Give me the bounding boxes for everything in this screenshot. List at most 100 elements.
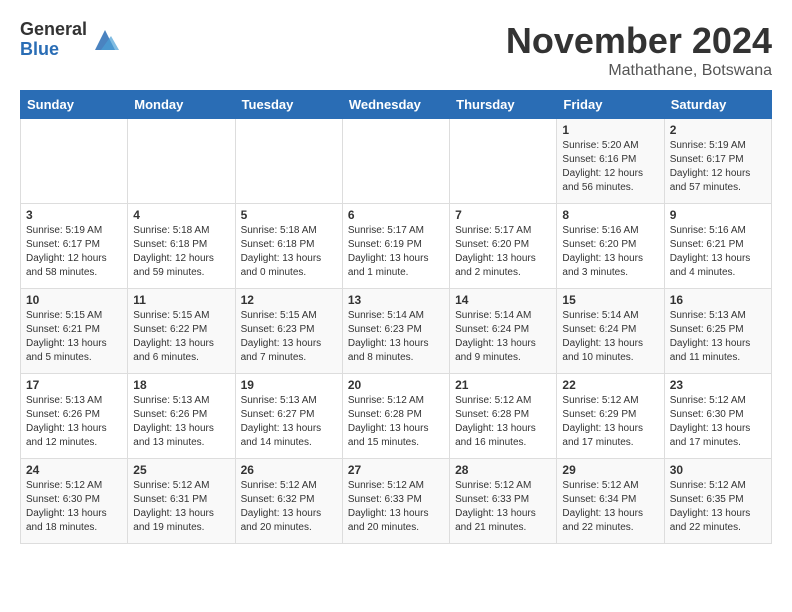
day-number: 26	[241, 463, 337, 477]
day-number: 5	[241, 208, 337, 222]
calendar-cell: 12 Sunrise: 5:15 AM Sunset: 6:23 PM Dayli…	[235, 289, 342, 374]
header-sunday: Sunday	[21, 91, 128, 119]
day-info: Sunrise: 5:20 AM Sunset: 6:16 PM Dayligh…	[562, 139, 658, 195]
month-title: November 2024	[506, 20, 772, 62]
day-info: Sunrise: 5:12 AM Sunset: 6:33 PM Dayligh…	[455, 479, 551, 535]
day-number: 16	[670, 293, 766, 307]
day-number: 13	[348, 293, 444, 307]
calendar-cell: 13 Sunrise: 5:14 AM Sunset: 6:23 PM Dayli…	[342, 289, 449, 374]
day-number: 3	[26, 208, 122, 222]
day-number: 10	[26, 293, 122, 307]
calendar-week-row: 10Sunrise: 5:15 AM Sunset: 6:21 PM Dayli…	[21, 289, 772, 374]
logo-general-text: General	[20, 20, 87, 40]
day-info: Sunrise: 5:14 AM Sunset: 6:23 PM Dayligh…	[348, 309, 444, 365]
calendar-cell: 7 Sunrise: 5:17 AM Sunset: 6:20 PM Daylig…	[450, 204, 557, 289]
location-subtitle: Mathathane, Botswana	[506, 62, 772, 80]
calendar-cell: 21Sunrise: 5:12 AM Sunset: 6:28 PM Dayli…	[450, 374, 557, 459]
day-info: Sunrise: 5:19 AM Sunset: 6:17 PM Dayligh…	[670, 139, 766, 195]
calendar-cell: 10Sunrise: 5:15 AM Sunset: 6:21 PM Dayli…	[21, 289, 128, 374]
calendar-cell: 11Sunrise: 5:15 AM Sunset: 6:22 PM Dayli…	[128, 289, 235, 374]
calendar-cell	[21, 119, 128, 204]
day-info: Sunrise: 5:12 AM Sunset: 6:28 PM Dayligh…	[455, 394, 551, 450]
day-info: Sunrise: 5:12 AM Sunset: 6:29 PM Dayligh…	[562, 394, 658, 450]
day-number: 22	[562, 378, 658, 392]
day-number: 7	[455, 208, 551, 222]
day-info: Sunrise: 5:19 AM Sunset: 6:17 PM Dayligh…	[26, 224, 122, 280]
day-number: 1	[562, 123, 658, 137]
calendar-week-row: 24 Sunrise: 5:12 AM Sunset: 6:30 PM Dayli…	[21, 459, 772, 544]
calendar-cell: 23 Sunrise: 5:12 AM Sunset: 6:30 PM Dayli…	[664, 374, 771, 459]
day-info: Sunrise: 5:12 AM Sunset: 6:34 PM Dayligh…	[562, 479, 658, 535]
day-number: 14	[455, 293, 551, 307]
day-info: Sunrise: 5:13 AM Sunset: 6:26 PM Dayligh…	[133, 394, 229, 450]
calendar-cell: 4Sunrise: 5:18 AM Sunset: 6:18 PM Daylig…	[128, 204, 235, 289]
day-number: 19	[241, 378, 337, 392]
day-info: Sunrise: 5:12 AM Sunset: 6:32 PM Dayligh…	[241, 479, 337, 535]
day-info: Sunrise: 5:17 AM Sunset: 6:20 PM Dayligh…	[455, 224, 551, 280]
header-wednesday: Wednesday	[342, 91, 449, 119]
calendar-cell: 2 Sunrise: 5:19 AM Sunset: 6:17 PM Daylig…	[664, 119, 771, 204]
day-number: 23	[670, 378, 766, 392]
header-tuesday: Tuesday	[235, 91, 342, 119]
day-info: Sunrise: 5:13 AM Sunset: 6:27 PM Dayligh…	[241, 394, 337, 450]
day-number: 6	[348, 208, 444, 222]
day-info: Sunrise: 5:12 AM Sunset: 6:30 PM Dayligh…	[26, 479, 122, 535]
day-info: Sunrise: 5:17 AM Sunset: 6:19 PM Dayligh…	[348, 224, 444, 280]
logo: General Blue	[20, 20, 119, 60]
header-monday: Monday	[128, 91, 235, 119]
calendar-cell: 20 Sunrise: 5:12 AM Sunset: 6:28 PM Dayli…	[342, 374, 449, 459]
day-number: 29	[562, 463, 658, 477]
calendar-cell: 27Sunrise: 5:12 AM Sunset: 6:33 PM Dayli…	[342, 459, 449, 544]
day-number: 9	[670, 208, 766, 222]
day-info: Sunrise: 5:16 AM Sunset: 6:20 PM Dayligh…	[562, 224, 658, 280]
day-info: Sunrise: 5:13 AM Sunset: 6:26 PM Dayligh…	[26, 394, 122, 450]
day-number: 15	[562, 293, 658, 307]
calendar-week-row: 17Sunrise: 5:13 AM Sunset: 6:26 PM Dayli…	[21, 374, 772, 459]
calendar-cell: 22 Sunrise: 5:12 AM Sunset: 6:29 PM Dayli…	[557, 374, 664, 459]
weekday-header-row: Sunday Monday Tuesday Wednesday Thursday…	[21, 91, 772, 119]
calendar-cell: 24 Sunrise: 5:12 AM Sunset: 6:30 PM Dayli…	[21, 459, 128, 544]
day-info: Sunrise: 5:16 AM Sunset: 6:21 PM Dayligh…	[670, 224, 766, 280]
calendar-cell: 17Sunrise: 5:13 AM Sunset: 6:26 PM Dayli…	[21, 374, 128, 459]
calendar-cell: 14 Sunrise: 5:14 AM Sunset: 6:24 PM Dayli…	[450, 289, 557, 374]
header-saturday: Saturday	[664, 91, 771, 119]
day-info: Sunrise: 5:15 AM Sunset: 6:22 PM Dayligh…	[133, 309, 229, 365]
title-area: November 2024 Mathathane, Botswana	[506, 20, 772, 80]
calendar-cell: 16Sunrise: 5:13 AM Sunset: 6:25 PM Dayli…	[664, 289, 771, 374]
calendar-cell	[450, 119, 557, 204]
calendar-cell	[342, 119, 449, 204]
day-number: 27	[348, 463, 444, 477]
day-info: Sunrise: 5:14 AM Sunset: 6:24 PM Dayligh…	[455, 309, 551, 365]
calendar-cell: 29 Sunrise: 5:12 AM Sunset: 6:34 PM Dayli…	[557, 459, 664, 544]
day-info: Sunrise: 5:15 AM Sunset: 6:23 PM Dayligh…	[241, 309, 337, 365]
day-info: Sunrise: 5:12 AM Sunset: 6:28 PM Dayligh…	[348, 394, 444, 450]
day-info: Sunrise: 5:18 AM Sunset: 6:18 PM Dayligh…	[133, 224, 229, 280]
calendar-cell: 8 Sunrise: 5:16 AM Sunset: 6:20 PM Daylig…	[557, 204, 664, 289]
day-number: 25	[133, 463, 229, 477]
header-thursday: Thursday	[450, 91, 557, 119]
day-number: 8	[562, 208, 658, 222]
day-number: 20	[348, 378, 444, 392]
calendar-cell: 30Sunrise: 5:12 AM Sunset: 6:35 PM Dayli…	[664, 459, 771, 544]
calendar-week-row: 3 Sunrise: 5:19 AM Sunset: 6:17 PM Daylig…	[21, 204, 772, 289]
calendar-cell: 1 Sunrise: 5:20 AM Sunset: 6:16 PM Daylig…	[557, 119, 664, 204]
day-info: Sunrise: 5:12 AM Sunset: 6:31 PM Dayligh…	[133, 479, 229, 535]
calendar-cell: 5 Sunrise: 5:18 AM Sunset: 6:18 PM Daylig…	[235, 204, 342, 289]
day-info: Sunrise: 5:12 AM Sunset: 6:30 PM Dayligh…	[670, 394, 766, 450]
day-number: 12	[241, 293, 337, 307]
calendar-cell	[235, 119, 342, 204]
page-header: General Blue November 2024 Mathathane, B…	[20, 20, 772, 80]
day-number: 2	[670, 123, 766, 137]
day-info: Sunrise: 5:18 AM Sunset: 6:18 PM Dayligh…	[241, 224, 337, 280]
calendar-cell: 19 Sunrise: 5:13 AM Sunset: 6:27 PM Dayli…	[235, 374, 342, 459]
day-info: Sunrise: 5:14 AM Sunset: 6:24 PM Dayligh…	[562, 309, 658, 365]
calendar-cell: 15 Sunrise: 5:14 AM Sunset: 6:24 PM Dayli…	[557, 289, 664, 374]
calendar-week-row: 1 Sunrise: 5:20 AM Sunset: 6:16 PM Daylig…	[21, 119, 772, 204]
day-number: 28	[455, 463, 551, 477]
calendar-cell: 28 Sunrise: 5:12 AM Sunset: 6:33 PM Dayli…	[450, 459, 557, 544]
calendar-cell	[128, 119, 235, 204]
calendar-table: Sunday Monday Tuesday Wednesday Thursday…	[20, 90, 772, 544]
day-number: 24	[26, 463, 122, 477]
day-info: Sunrise: 5:12 AM Sunset: 6:35 PM Dayligh…	[670, 479, 766, 535]
logo-icon	[91, 26, 119, 54]
